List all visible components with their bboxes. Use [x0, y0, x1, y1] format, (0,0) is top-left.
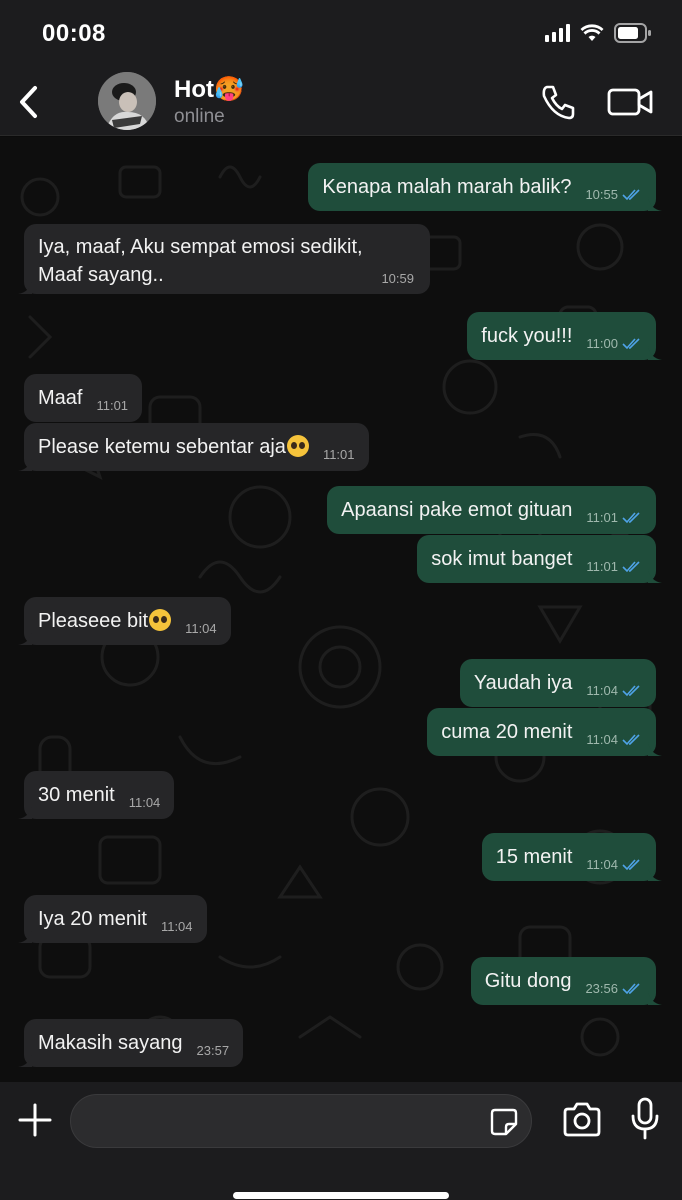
back-button[interactable]: [12, 82, 44, 122]
microphone-button[interactable]: [628, 1096, 662, 1142]
read-ticks-icon: [622, 858, 640, 870]
status-time: 00:08: [42, 20, 106, 47]
read-ticks-icon: [622, 188, 640, 200]
sticker-icon: [490, 1108, 518, 1136]
message-incoming[interactable]: Makasih sayang 23:57: [18, 1019, 244, 1067]
contact-name[interactable]: Hot🥵: [174, 75, 244, 104]
chevron-left-icon: [20, 86, 37, 118]
chat-area[interactable]: Kenapa malah marah balik? 10:55 Iya, maa…: [0, 137, 682, 1082]
message-outgoing[interactable]: Kenapa malah marah balik? 10:55: [308, 163, 662, 211]
message-time: 11:01: [322, 447, 355, 462]
input-bar: [0, 1082, 682, 1200]
wifi-icon: [580, 24, 604, 41]
status-icons: [545, 22, 652, 44]
read-ticks-icon: [622, 511, 640, 523]
bubble-tail: [648, 867, 662, 881]
bubble-tail: [648, 346, 662, 360]
bubble-tail: [18, 280, 32, 294]
message-outgoing[interactable]: sok imut banget 11:01: [417, 535, 662, 583]
message-outgoing[interactable]: Yaudah iya 11:04: [459, 659, 656, 707]
message-incoming[interactable]: 30 menit 11:04: [18, 771, 175, 819]
plus-icon: [18, 1103, 52, 1137]
sticker-button[interactable]: [489, 1107, 519, 1137]
cellular-signal-icon: [545, 24, 570, 42]
message-text: Iya 20 menit: [38, 907, 147, 930]
pleading-face-emoji: [286, 435, 309, 457]
message-text: 30 menit: [38, 783, 115, 806]
message-text: Pleaseee bit: [38, 610, 149, 632]
message-time: 11:04: [128, 795, 161, 810]
message-text: Gitu dong: [484, 969, 572, 992]
camera-button[interactable]: [560, 1100, 604, 1140]
message-text: Makasih sayang: [38, 1031, 183, 1054]
message-text-line1: Iya, maaf, Aku sempat emosi sedikit,: [38, 236, 363, 258]
message-outgoing[interactable]: fuck you!!! 11:00: [467, 312, 662, 360]
message-time: 23:57: [196, 1043, 230, 1058]
voice-call-button[interactable]: [538, 82, 578, 122]
bubble-tail: [18, 805, 32, 819]
message-incoming[interactable]: Pleaseee bit 11:04: [18, 597, 231, 645]
message-time: 11:00: [586, 336, 618, 351]
message-text-line2: Maaf sayang..: [38, 264, 164, 286]
read-ticks-icon: [622, 337, 640, 349]
message-time: 11:04: [586, 683, 618, 698]
message-outgoing[interactable]: cuma 20 menit 11:04: [427, 708, 662, 756]
phone-icon: [542, 85, 575, 120]
chat-header: Hot🥵 online: [0, 66, 682, 136]
message-time: 10:55: [585, 187, 618, 202]
camera-icon: [563, 1102, 601, 1137]
message-outgoing[interactable]: Gitu dong 23:56: [470, 957, 662, 1005]
bubble-tail: [18, 457, 32, 471]
message-text: sok imut banget: [431, 547, 573, 570]
microphone-icon: [631, 1097, 659, 1140]
read-ticks-icon: [622, 560, 640, 572]
status-bar: 00:08: [0, 0, 682, 66]
message-outgoing[interactable]: 15 menit 11:04: [481, 833, 662, 881]
attach-button[interactable]: [15, 1100, 55, 1140]
message-time: 11:04: [160, 919, 193, 934]
message-text: Yaudah iya: [473, 671, 573, 694]
message-text: 15 menit: [495, 845, 573, 868]
read-ticks-icon: [622, 982, 640, 994]
message-text: Maaf: [38, 386, 83, 409]
message-time: 11:04: [586, 732, 618, 747]
battery-icon: [614, 23, 651, 43]
contact-status: online: [174, 106, 225, 127]
pleading-face-emoji: [149, 609, 172, 631]
bubble-tail: [648, 197, 662, 211]
message-text: Kenapa malah marah balik?: [322, 175, 572, 198]
bubble-tail: [18, 929, 32, 943]
bubble-tail: [18, 631, 32, 645]
message-incoming[interactable]: Iya, maaf, Aku sempat emosi sedikit, Maa…: [18, 224, 430, 294]
video-call-button[interactable]: [606, 84, 654, 120]
read-ticks-icon: [622, 733, 640, 745]
message-time: 11:01: [586, 510, 618, 525]
bubble-tail: [648, 991, 662, 1005]
message-incoming[interactable]: Maaf 11:01: [24, 374, 143, 422]
avatar[interactable]: [98, 72, 156, 130]
avatar-photo: [98, 72, 156, 130]
message-incoming[interactable]: Iya 20 menit 11:04: [18, 895, 207, 943]
message-text: Apaansi pake emot gituan: [341, 498, 573, 521]
message-input[interactable]: [70, 1094, 532, 1148]
message-text: Please ketemu sebentar aja: [38, 436, 286, 458]
read-ticks-icon: [622, 684, 640, 696]
message-text: fuck you!!!: [481, 324, 573, 347]
video-camera-icon: [607, 88, 653, 116]
message-text: cuma 20 menit: [441, 720, 573, 743]
bubble-tail: [18, 1053, 32, 1067]
message-time: 11:04: [586, 857, 618, 872]
message-time: 11:04: [185, 621, 217, 636]
bubble-tail: [648, 569, 662, 583]
message-time: 10:59: [381, 271, 414, 286]
message-outgoing[interactable]: Apaansi pake emot gituan 11:01: [327, 486, 656, 534]
message-time: 11:01: [96, 398, 129, 413]
bubble-tail: [648, 742, 662, 756]
home-indicator[interactable]: [233, 1192, 449, 1199]
message-time: 11:01: [586, 559, 618, 574]
message-time: 23:56: [585, 981, 618, 996]
message-incoming[interactable]: Please ketemu sebentar aja 11:01: [18, 423, 369, 471]
